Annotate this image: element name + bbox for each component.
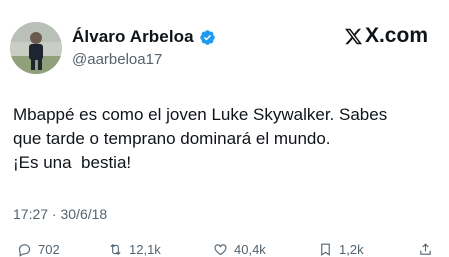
bookmark-count: 1,2k	[339, 242, 364, 257]
retweet-count: 12,1k	[129, 242, 161, 257]
x-logo-icon	[344, 28, 363, 44]
author-name[interactable]: Álvaro Arbeloa	[72, 27, 194, 47]
tweet-text: Mbappé es como el joven Luke Skywalker. …	[13, 105, 388, 172]
share-icon	[420, 243, 431, 255]
bookmark-icon	[321, 243, 330, 256]
tweet-timestamp[interactable]: 17:27 · 30/6/18	[13, 206, 107, 222]
avatar[interactable]	[10, 22, 62, 74]
like-icon	[214, 244, 227, 256]
bookmark-button[interactable]: 1,2k	[318, 242, 364, 257]
brand-label: X.com	[364, 24, 428, 47]
tweet-card: Álvaro Arbeloa @aarbeloa17 X.com Mbappé …	[0, 0, 449, 257]
share-button[interactable]	[418, 242, 439, 257]
verified-badge-icon	[199, 29, 215, 45]
retweet-icon	[110, 244, 121, 255]
reply-icon	[18, 244, 31, 257]
like-count: 40,4k	[234, 242, 266, 257]
reply-count: 702	[38, 242, 60, 257]
action-bar: 702 12,1k 40,4k 1,2k	[0, 238, 449, 257]
retweet-button[interactable]: 12,1k	[108, 242, 161, 257]
like-button[interactable]: 40,4k	[213, 242, 266, 257]
author-handle[interactable]: @aarbeloa17	[72, 51, 162, 68]
avatar-image	[10, 22, 62, 74]
author-name-row: Álvaro Arbeloa	[72, 27, 216, 47]
brand-logo: X.com	[344, 24, 428, 48]
reply-button[interactable]: 702	[17, 242, 60, 257]
